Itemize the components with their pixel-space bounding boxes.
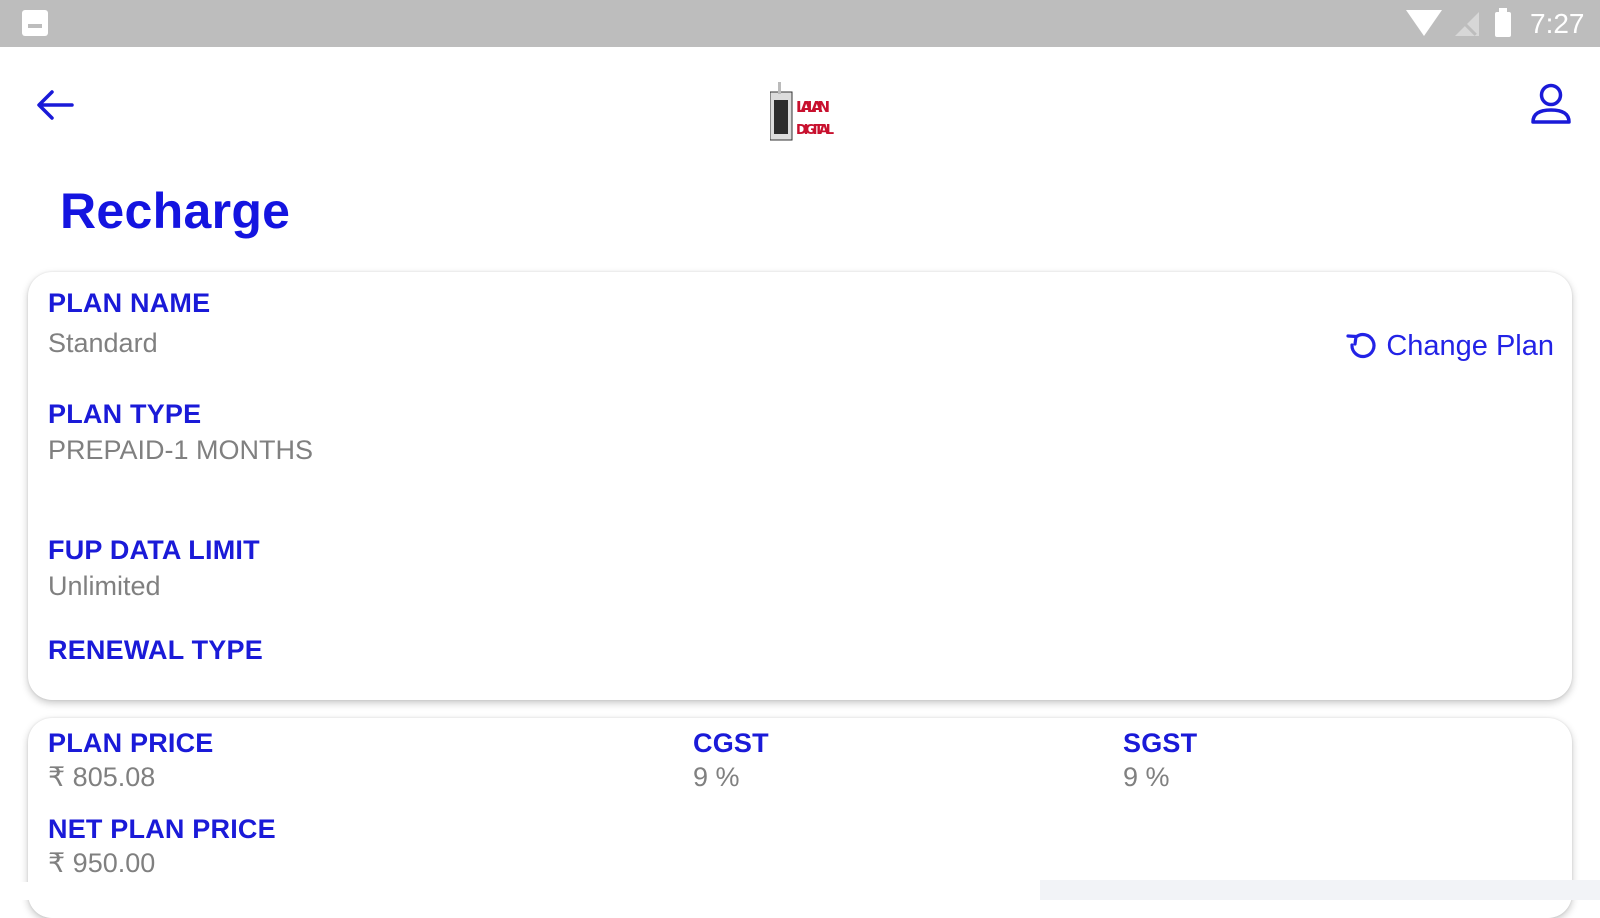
page-title: Recharge [60, 183, 291, 239]
plan-name-label: PLAN NAME [48, 288, 211, 318]
status-bar: 7:27 [0, 0, 1600, 47]
plan-type-label: PLAN TYPE [48, 399, 202, 429]
bottom-shade [1040, 880, 1600, 900]
change-plan-button[interactable]: Change Plan [1344, 328, 1554, 364]
image-icon [22, 10, 48, 36]
plan-name-value: Standard [48, 328, 158, 358]
logo-text-line2: DIGITAL [796, 123, 834, 138]
status-time: 7:27 [1530, 8, 1585, 39]
net-plan-price-value: ₹ 950.00 [48, 848, 156, 878]
fup-data-limit-value: Unlimited [48, 571, 161, 601]
app-logo: LALAN DIGITAL [770, 82, 834, 141]
arrow-left-icon[interactable] [32, 82, 78, 128]
plan-type-value: PREPAID-1 MONTHS [48, 435, 314, 465]
cgst-value: 9 % [693, 762, 740, 792]
plan-price-label: PLAN PRICE [48, 728, 214, 758]
fup-data-limit-label: FUP DATA LIMIT [48, 535, 260, 565]
change-plan-label: Change Plan [1386, 329, 1554, 362]
cgst-label: CGST [693, 728, 769, 758]
sgst-label: SGST [1123, 728, 1198, 758]
sgst-value: 9 % [1123, 762, 1170, 792]
renewal-type-label: RENEWAL TYPE [48, 635, 263, 665]
net-plan-price-label: NET PLAN PRICE [48, 814, 276, 844]
refresh-icon [1346, 332, 1376, 359]
plan-details-card: PLAN NAME Standard Change Plan PLAN TYPE… [28, 272, 1572, 700]
wifi-icon [1406, 10, 1442, 36]
no-signal-icon [1455, 12, 1479, 36]
person-icon[interactable] [1526, 80, 1576, 130]
plan-price-value: ₹ 805.08 [48, 762, 156, 792]
logo-text-line1: LALAN [796, 98, 830, 116]
battery-icon [1495, 8, 1511, 37]
